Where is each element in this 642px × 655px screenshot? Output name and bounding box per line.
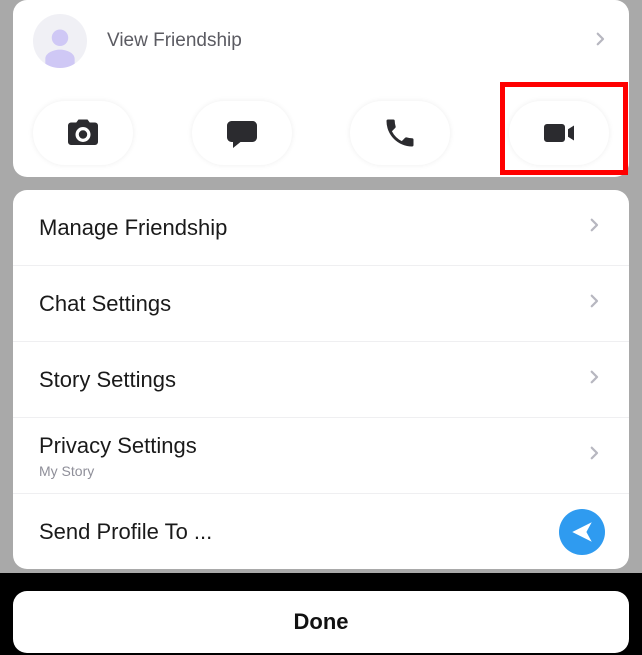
chevron-right-icon xyxy=(585,368,603,391)
person-silhouette-icon xyxy=(38,24,82,68)
privacy-settings-label: Privacy Settings xyxy=(39,433,197,459)
settings-card: Manage Friendship Chat Settings Story Se… xyxy=(13,190,629,569)
chat-settings-row[interactable]: Chat Settings xyxy=(13,266,629,342)
action-row xyxy=(33,101,609,165)
done-button[interactable]: Done xyxy=(13,591,629,653)
send-profile-row[interactable]: Send Profile To ... xyxy=(13,494,629,569)
chevron-right-icon xyxy=(591,30,609,53)
profile-top-card: View Friendship xyxy=(13,0,629,177)
privacy-settings-row[interactable]: Privacy Settings My Story xyxy=(13,418,629,494)
send-profile-label: Send Profile To ... xyxy=(39,519,212,545)
chevron-right-icon xyxy=(585,216,603,239)
story-settings-label: Story Settings xyxy=(39,367,176,393)
chevron-right-icon xyxy=(585,444,603,467)
manage-friendship-label: Manage Friendship xyxy=(39,215,227,241)
chat-icon xyxy=(224,115,260,151)
manage-friendship-row[interactable]: Manage Friendship xyxy=(13,190,629,266)
phone-icon xyxy=(382,115,418,151)
video-call-button[interactable] xyxy=(509,101,609,165)
chevron-right-icon xyxy=(585,292,603,315)
chat-button[interactable] xyxy=(192,101,292,165)
view-friendship-label: View Friendship xyxy=(107,30,242,52)
send-button[interactable] xyxy=(559,509,605,555)
camera-icon xyxy=(65,115,101,151)
avatar xyxy=(33,14,87,68)
call-button[interactable] xyxy=(350,101,450,165)
camera-button[interactable] xyxy=(33,101,133,165)
done-label: Done xyxy=(294,609,349,635)
story-settings-row[interactable]: Story Settings xyxy=(13,342,629,418)
send-icon xyxy=(569,519,595,545)
view-friendship-row[interactable]: View Friendship xyxy=(33,16,609,66)
privacy-settings-sub: My Story xyxy=(39,463,197,479)
chat-settings-label: Chat Settings xyxy=(39,291,171,317)
video-icon xyxy=(541,115,577,151)
